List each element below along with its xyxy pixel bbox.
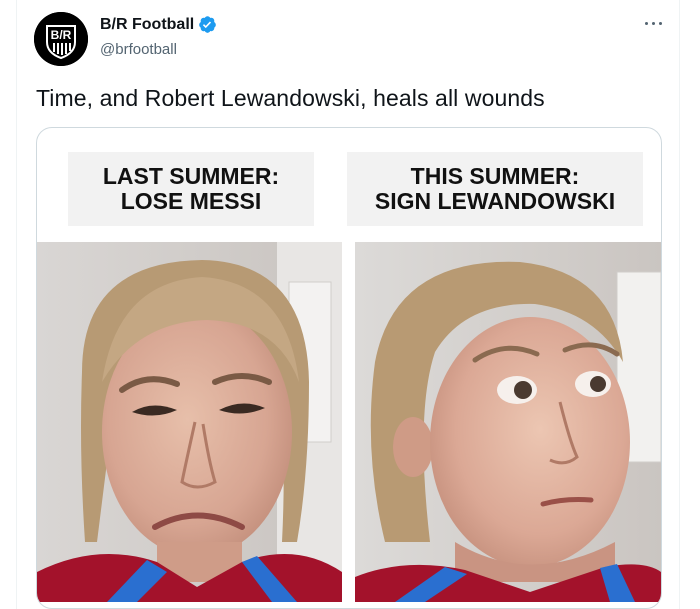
tweet-media[interactable]: LAST SUMMER: LOSE MESSI THIS SUMMER: SIG… bbox=[36, 127, 662, 609]
author-handle[interactable]: @brfootball bbox=[100, 41, 177, 58]
caption-right-text: THIS SUMMER: SIGN LEWANDOWSKI bbox=[374, 163, 616, 214]
dot bbox=[645, 22, 648, 25]
dot bbox=[659, 22, 662, 25]
author-name-row: B/R Football bbox=[100, 15, 217, 34]
photo-right bbox=[355, 242, 661, 602]
tweet-header: B/R B/R Football @brfootball bbox=[34, 12, 666, 68]
caption-left: LAST SUMMER: LOSE MESSI bbox=[68, 152, 314, 226]
caption-right: THIS SUMMER: SIGN LEWANDOWSKI bbox=[347, 152, 643, 226]
caption-left-text: LAST SUMMER: LOSE MESSI bbox=[102, 163, 280, 214]
br-logo-icon: B/R bbox=[34, 12, 88, 66]
avatar[interactable]: B/R bbox=[34, 12, 88, 66]
svg-text:B/R: B/R bbox=[51, 28, 72, 42]
more-dots-icon[interactable] bbox=[642, 16, 666, 32]
dot bbox=[652, 22, 655, 25]
verified-badge-icon bbox=[198, 15, 217, 34]
tweet-text: Time, and Robert Lewandowski, heals all … bbox=[36, 85, 545, 111]
author-display-name[interactable]: B/R Football bbox=[100, 16, 194, 34]
photo-left bbox=[37, 242, 342, 602]
